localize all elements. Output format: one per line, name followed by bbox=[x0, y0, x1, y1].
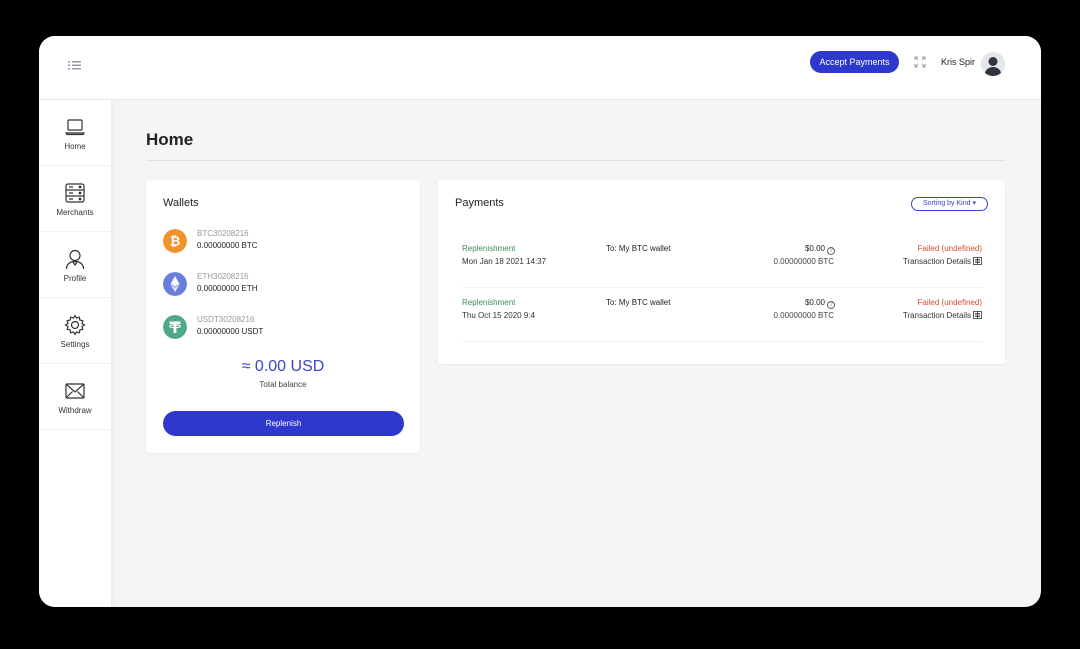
document-icon bbox=[973, 311, 982, 319]
payment-destination: To: My BTC wallet bbox=[606, 298, 671, 307]
gear-icon bbox=[64, 314, 86, 336]
wallet-item-btc[interactable]: ₿ BTC30208216 0.00000000 BTC bbox=[163, 227, 403, 257]
bitcoin-icon: ₿ bbox=[163, 229, 187, 253]
usd-value: $0.00 bbox=[804, 244, 825, 253]
user-avatar-icon bbox=[984, 57, 1002, 76]
wallets-card: Wallets ₿ BTC30208216 0.00000000 BTC ETH… bbox=[146, 180, 420, 453]
envelope-icon bbox=[65, 383, 85, 399]
replenish-button[interactable]: Replenish bbox=[163, 411, 404, 436]
sidebar-item-settings[interactable]: Settings bbox=[39, 298, 111, 364]
sidebar-item-label: Home bbox=[64, 142, 86, 151]
sidebar-item-merchants[interactable]: Merchants bbox=[39, 166, 111, 232]
sidebar-item-label: Profile bbox=[63, 274, 87, 283]
sidebar-item-profile[interactable]: Profile bbox=[39, 232, 111, 298]
wallet-name: BTC30208216 bbox=[197, 229, 249, 238]
total-balance-label: Total balance bbox=[259, 380, 307, 389]
wallet-name: USDT30208216 bbox=[197, 315, 255, 324]
payment-kind: Replenishment bbox=[462, 244, 516, 253]
payment-btc-amount: 0.00000000 BTC bbox=[773, 311, 835, 320]
divider bbox=[146, 160, 1005, 161]
menu-toggle-icon[interactable] bbox=[67, 58, 83, 72]
wallet-item-eth[interactable]: ETH30208216 0.00000000 ETH bbox=[163, 270, 403, 300]
table-row[interactable]: Replenishment Thu Oct 15 2020 9:4 To: My… bbox=[462, 290, 982, 342]
wallet-name: ETH30208216 bbox=[197, 272, 249, 281]
server-icon bbox=[65, 183, 85, 203]
sidebar-item-label: Merchants bbox=[56, 208, 94, 217]
transaction-details-link[interactable]: Transaction Details bbox=[903, 257, 982, 266]
sidebar-item-label: Settings bbox=[60, 340, 90, 349]
wallets-title: Wallets bbox=[163, 197, 199, 209]
page-title: Home bbox=[146, 130, 194, 149]
top-bar: Accept Payments Kris Spir bbox=[39, 36, 1041, 100]
usd-value: $0.00 bbox=[804, 298, 825, 307]
payments-title: Payments bbox=[455, 197, 504, 209]
wallet-amount: 0.00000000 USDT bbox=[197, 327, 264, 336]
sort-label: Sorting by Kind bbox=[923, 200, 971, 207]
status-badge: Failed (undefined) bbox=[917, 298, 982, 307]
payment-date: Mon Jan 18 2021 14:37 bbox=[462, 257, 547, 266]
total-balance-value: ≈ 0.00 USD bbox=[241, 358, 325, 375]
transaction-details-link[interactable]: Transaction Details bbox=[903, 311, 982, 320]
sidebar-item-home[interactable]: Home bbox=[39, 100, 111, 166]
payment-usd-amount: $0.00? bbox=[805, 298, 835, 309]
wallet-amount: 0.00000000 BTC bbox=[197, 241, 258, 250]
user-icon bbox=[65, 249, 85, 270]
status-badge: Failed (undefined) bbox=[917, 244, 982, 253]
fullscreen-icon[interactable] bbox=[914, 56, 926, 68]
table-row[interactable]: Replenishment Mon Jan 18 2021 14:37 To: … bbox=[462, 236, 982, 288]
user-name[interactable]: Kris Spir bbox=[941, 57, 975, 67]
sort-dropdown[interactable]: Sorting by Kind ▾ bbox=[911, 197, 988, 211]
payments-card: Payments Sorting by Kind ▾ Replenishment… bbox=[438, 180, 1005, 364]
document-icon bbox=[973, 257, 982, 265]
details-label: Transaction Details bbox=[902, 257, 971, 266]
help-icon[interactable]: ? bbox=[827, 301, 835, 309]
avatar[interactable] bbox=[981, 52, 1005, 76]
caret-down-icon: ▾ bbox=[972, 200, 976, 207]
app-window: Accept Payments Kris Spir Home Merchants… bbox=[39, 36, 1041, 607]
details-label: Transaction Details bbox=[902, 311, 971, 320]
sidebar: Home Merchants Profile Settings Withdraw bbox=[39, 100, 111, 607]
sidebar-item-label: Withdraw bbox=[58, 406, 92, 415]
laptop-icon bbox=[64, 119, 86, 136]
accept-payments-button[interactable]: Accept Payments bbox=[810, 51, 899, 73]
payment-date: Thu Oct 15 2020 9:4 bbox=[462, 311, 535, 320]
tether-icon bbox=[163, 315, 187, 339]
wallet-amount: 0.00000000 ETH bbox=[197, 284, 258, 293]
sidebar-item-withdraw[interactable]: Withdraw bbox=[39, 364, 111, 430]
payment-destination: To: My BTC wallet bbox=[606, 244, 671, 253]
payment-usd-amount: $0.00? bbox=[805, 244, 835, 255]
help-icon[interactable]: ? bbox=[827, 247, 835, 255]
ethereum-icon bbox=[163, 272, 187, 296]
payment-kind: Replenishment bbox=[462, 298, 516, 307]
payment-btc-amount: 0.00000000 BTC bbox=[773, 257, 835, 266]
svg-text:₿: ₿ bbox=[170, 235, 181, 250]
wallet-item-usdt[interactable]: USDT30208216 0.00000000 USDT bbox=[163, 313, 403, 343]
